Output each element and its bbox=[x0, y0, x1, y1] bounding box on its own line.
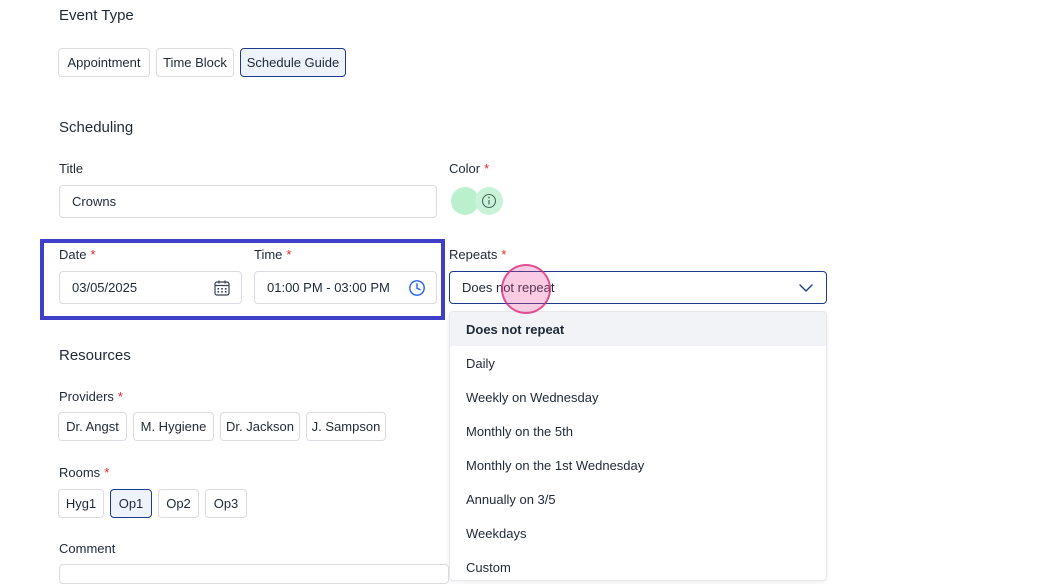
room-hyg1[interactable]: Hyg1 bbox=[58, 489, 104, 518]
repeat-option-annually[interactable]: Annually on 3/5 bbox=[450, 482, 826, 516]
provider-dr-jackson[interactable]: Dr. Jackson bbox=[220, 412, 300, 441]
provider-j-sampson[interactable]: J. Sampson bbox=[306, 412, 386, 441]
event-type-schedule-guide[interactable]: Schedule Guide bbox=[240, 48, 346, 77]
title-input[interactable]: Crowns bbox=[59, 185, 437, 218]
room-op3[interactable]: Op3 bbox=[205, 489, 247, 518]
repeat-option-weekdays[interactable]: Weekdays bbox=[450, 516, 826, 550]
chevron-down-icon bbox=[798, 281, 814, 298]
date-label: Date * bbox=[59, 247, 96, 262]
event-type-appointment[interactable]: Appointment bbox=[58, 48, 150, 77]
repeat-option-custom[interactable]: Custom bbox=[450, 550, 826, 580]
click-marker bbox=[501, 264, 551, 314]
comment-label: Comment bbox=[59, 541, 116, 556]
repeat-option-weekly[interactable]: Weekly on Wednesday bbox=[450, 380, 826, 414]
event-type-time-block[interactable]: Time Block bbox=[156, 48, 234, 77]
title-label: Title bbox=[59, 161, 84, 176]
repeat-option-does-not-repeat[interactable]: Does not repeat bbox=[450, 312, 826, 346]
time-label: Time * bbox=[254, 247, 292, 262]
color-label: Color * bbox=[449, 161, 490, 176]
room-op1[interactable]: Op1 bbox=[110, 489, 152, 518]
providers-label: Providers * bbox=[59, 389, 123, 404]
provider-dr-angst[interactable]: Dr. Angst bbox=[58, 412, 127, 441]
room-op2[interactable]: Op2 bbox=[158, 489, 199, 518]
color-info-button[interactable] bbox=[475, 187, 503, 215]
repeat-option-daily[interactable]: Daily bbox=[450, 346, 826, 380]
repeat-option-monthly-day[interactable]: Monthly on the 5th bbox=[450, 414, 826, 448]
scheduling-heading: Scheduling bbox=[59, 119, 134, 136]
time-value: 01:00 PM - 03:00 PM bbox=[267, 280, 390, 295]
resources-heading: Resources bbox=[59, 347, 131, 364]
date-value: 03/05/2025 bbox=[72, 280, 138, 295]
rooms-label: Rooms * bbox=[59, 465, 110, 480]
provider-m-hygiene[interactable]: M. Hygiene bbox=[133, 412, 214, 441]
info-icon bbox=[481, 193, 497, 209]
repeats-dropdown-list: Does not repeat Daily Weekly on Wednesda… bbox=[449, 311, 827, 581]
time-input[interactable]: 01:00 PM - 03:00 PM bbox=[254, 271, 437, 304]
repeat-option-monthly-weekday[interactable]: Monthly on the 1st Wednesday bbox=[450, 448, 826, 482]
comment-input[interactable] bbox=[59, 564, 449, 584]
clock-icon[interactable] bbox=[408, 279, 426, 300]
repeats-label: Repeats * bbox=[449, 247, 507, 262]
event-type-heading: Event Type bbox=[59, 7, 134, 24]
calendar-icon[interactable] bbox=[213, 279, 231, 300]
date-input[interactable]: 03/05/2025 bbox=[59, 271, 242, 304]
